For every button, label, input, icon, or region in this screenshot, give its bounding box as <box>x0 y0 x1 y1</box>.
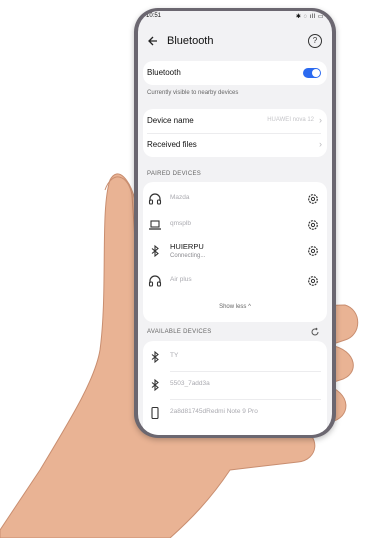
bluetooth-icon <box>151 244 159 258</box>
phone-icon <box>151 406 159 420</box>
status-icons: ✱ ◌ ıll ▭ <box>295 14 324 20</box>
gear-icon[interactable] <box>307 219 319 231</box>
device-name-row[interactable]: Device name HUAWEI nova 12 › <box>143 109 327 133</box>
visibility-note: Currently visible to nearby devices <box>147 90 239 96</box>
bluetooth-icon <box>151 350 159 364</box>
available-devices-card: TY 5503_7add3a 2a8d81745dRedmi Note 9 Pr… <box>143 341 327 435</box>
show-less-button[interactable]: Show less ^ <box>143 304 327 310</box>
gear-icon[interactable] <box>307 193 319 205</box>
available-devices-header: AVAILABLE DEVICES <box>147 329 212 335</box>
paired-device-row[interactable]: Air plus <box>143 268 327 294</box>
device-settings-card: Device name HUAWEI nova 12 › Received fi… <box>143 109 327 157</box>
available-device-row[interactable]: 2a8d81745dRedmi Note 9 Pro <box>143 400 327 426</box>
status-bar: 10:51 ✱ ◌ ıll ▭ <box>146 13 324 23</box>
page-title: Bluetooth <box>167 35 214 47</box>
bluetooth-toggle[interactable] <box>303 68 321 78</box>
gear-icon[interactable] <box>307 275 319 287</box>
chevron-right-icon: › <box>319 139 322 149</box>
headphones-icon <box>148 193 162 205</box>
paired-device-row[interactable]: Mazda <box>143 186 327 212</box>
paired-device-name: Air plus <box>170 276 192 283</box>
paired-device-name: qmsplb <box>170 220 191 227</box>
laptop-icon <box>149 220 161 230</box>
paired-device-row[interactable]: HUIERPU Connecting... <box>143 238 327 264</box>
paired-device-name: HUIERPU <box>170 242 204 251</box>
arrow-left-icon[interactable] <box>147 34 159 48</box>
phone-screen: 10:51 ✱ ◌ ıll ▭ Bluetooth ? Bluetooth Cu… <box>138 11 332 435</box>
available-device-name: 2a8d81745dRedmi Note 9 Pro <box>170 408 258 415</box>
paired-device-status: Connecting... <box>170 253 206 259</box>
chevron-right-icon: › <box>319 115 322 125</box>
available-device-name: 5503_7add3a <box>170 380 210 387</box>
title-bar: Bluetooth ? <box>138 31 332 53</box>
available-device-row[interactable]: TY <box>143 344 327 370</box>
device-name-label: Device name <box>147 116 194 125</box>
bluetooth-toggle-row[interactable]: Bluetooth <box>143 61 327 85</box>
bluetooth-icon <box>151 378 159 392</box>
device-name-value: HUAWEI nova 12 <box>267 117 314 123</box>
received-files-row[interactable]: Received files › <box>143 133 327 157</box>
refresh-icon[interactable] <box>310 327 320 337</box>
bluetooth-label: Bluetooth <box>147 68 181 77</box>
headphones-icon <box>148 275 162 287</box>
status-time: 10:51 <box>146 13 162 19</box>
gear-icon[interactable] <box>307 245 319 257</box>
help-circle-icon[interactable]: ? <box>308 34 322 48</box>
paired-device-name: Mazda <box>170 194 190 201</box>
paired-device-row[interactable]: qmsplb <box>143 212 327 238</box>
available-device-row[interactable]: 5503_7add3a <box>143 372 327 398</box>
paired-devices-card: Mazda qmsplb HUIERPU Connecting... Air p… <box>143 182 327 322</box>
bluetooth-toggle-card: Bluetooth <box>143 61 327 85</box>
paired-devices-header: PAIRED DEVICES <box>147 171 202 177</box>
received-files-label: Received files <box>147 140 197 149</box>
available-device-name: TY <box>170 352 179 359</box>
